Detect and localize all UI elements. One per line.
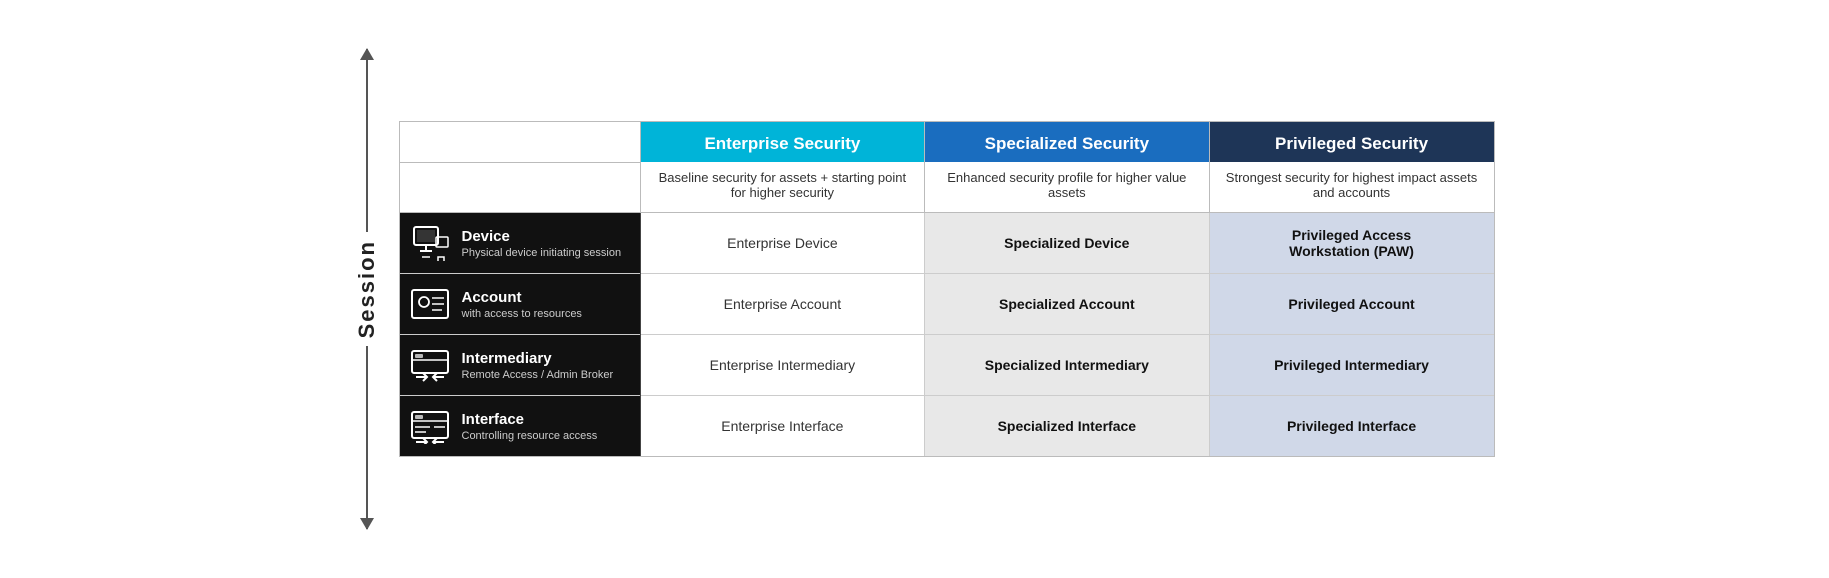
header-specialized-cell: Specialized Security xyxy=(925,122,1209,162)
cell-privileged-device: Privileged AccessWorkstation (PAW) xyxy=(1209,213,1493,274)
row-label-inner-device: Device Physical device initiating sessio… xyxy=(408,225,630,261)
header-privileged-cell: Privileged Security xyxy=(1209,122,1493,162)
row-subtitle-account: with access to resources xyxy=(462,308,582,320)
cell-privileged-account: Privileged Account xyxy=(1209,274,1493,335)
arrow-head-up-icon xyxy=(360,48,374,60)
subtitle-row: Baseline security for assets + starting … xyxy=(400,162,1494,213)
header-enterprise-cell: Enterprise Security xyxy=(640,122,924,162)
row-label-interface: Interface Controlling resource access xyxy=(400,396,641,457)
row-text-intermediary: Intermediary Remote Access / Admin Broke… xyxy=(462,350,614,381)
row-title-account: Account xyxy=(462,289,582,306)
arrow-bottom xyxy=(366,346,368,529)
arrow-head-down-icon xyxy=(360,518,374,530)
cell-privileged-interface: Privileged Interface xyxy=(1209,396,1493,457)
subtitle-empty-cell xyxy=(400,162,641,213)
row-label-inner-interface: Interface Controlling resource access xyxy=(408,408,630,444)
specialized-title: Specialized Security xyxy=(933,134,1200,154)
row-label-intermediary: Intermediary Remote Access / Admin Broke… xyxy=(400,335,641,396)
main-table: Enterprise Security Specialized Security… xyxy=(400,122,1494,456)
account-icon xyxy=(408,286,452,322)
header-empty-cell xyxy=(400,122,641,162)
interface-icon xyxy=(408,408,452,444)
row-subtitle-interface: Controlling resource access xyxy=(462,430,598,442)
data-row-intermediary: Intermediary Remote Access / Admin Broke… xyxy=(400,335,1494,396)
row-text-device: Device Physical device initiating sessio… xyxy=(462,228,622,259)
privileged-title: Privileged Security xyxy=(1218,134,1486,154)
header-row: Enterprise Security Specialized Security… xyxy=(400,122,1494,162)
row-label-inner-account: Account with access to resources xyxy=(408,286,630,322)
intermediary-icon xyxy=(408,347,452,383)
session-label-wrapper: Session xyxy=(335,49,399,529)
cell-specialized-device: Specialized Device xyxy=(925,213,1209,274)
cell-privileged-intermediary: Privileged Intermediary xyxy=(1209,335,1493,396)
cell-specialized-interface: Specialized Interface xyxy=(925,396,1209,457)
data-row-device: Device Physical device initiating sessio… xyxy=(400,213,1494,274)
row-label-inner-intermediary: Intermediary Remote Access / Admin Broke… xyxy=(408,347,630,383)
session-label: Session xyxy=(354,232,380,346)
cell-specialized-intermediary: Specialized Intermediary xyxy=(925,335,1209,396)
main-container: Session Enterprise Security xyxy=(335,49,1495,529)
row-title-device: Device xyxy=(462,228,622,245)
privileged-subtitle-cell: Strongest security for highest impact as… xyxy=(1209,162,1493,213)
row-subtitle-device: Physical device initiating session xyxy=(462,247,622,259)
arrow-top xyxy=(366,49,368,232)
enterprise-subtitle-cell: Baseline security for assets + starting … xyxy=(640,162,924,213)
table-body: Device Physical device initiating sessio… xyxy=(400,213,1494,457)
data-row-account: Account with access to resources Enterpr… xyxy=(400,274,1494,335)
row-label-account: Account with access to resources xyxy=(400,274,641,335)
cell-specialized-account: Specialized Account xyxy=(925,274,1209,335)
main-table-wrapper: Enterprise Security Specialized Security… xyxy=(399,121,1495,457)
device-icon xyxy=(408,225,452,261)
specialized-subtitle-cell: Enhanced security profile for higher val… xyxy=(925,162,1209,213)
row-text-account: Account with access to resources xyxy=(462,289,582,320)
enterprise-title: Enterprise Security xyxy=(649,134,916,154)
row-label-device: Device Physical device initiating sessio… xyxy=(400,213,641,274)
row-subtitle-intermediary: Remote Access / Admin Broker xyxy=(462,369,614,381)
row-text-interface: Interface Controlling resource access xyxy=(462,411,598,442)
cell-enterprise-account: Enterprise Account xyxy=(640,274,924,335)
row-title-interface: Interface xyxy=(462,411,598,428)
cell-enterprise-interface: Enterprise Interface xyxy=(640,396,924,457)
row-title-intermediary: Intermediary xyxy=(462,350,614,367)
data-row-interface: Interface Controlling resource access En… xyxy=(400,396,1494,457)
cell-enterprise-intermediary: Enterprise Intermediary xyxy=(640,335,924,396)
cell-enterprise-device: Enterprise Device xyxy=(640,213,924,274)
